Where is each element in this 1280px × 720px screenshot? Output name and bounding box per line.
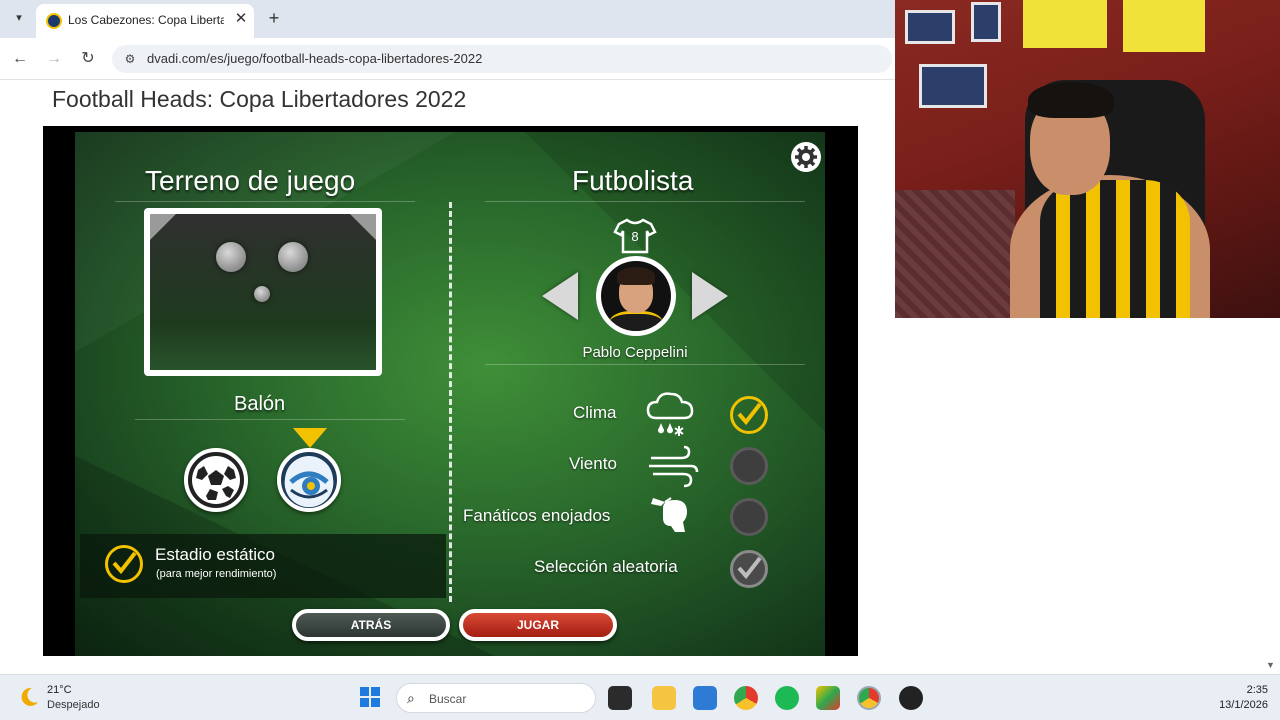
stadium-light bbox=[278, 242, 308, 272]
static-stadium-option[interactable]: Estadio estático (para mejor rendimiento… bbox=[80, 534, 446, 598]
previous-player-arrow-icon[interactable] bbox=[542, 272, 578, 320]
arrow-right-icon[interactable]: → bbox=[43, 48, 65, 70]
option-angry-fans-label: Fanáticos enojados bbox=[463, 506, 611, 525]
weather-description[interactable]: Despejado bbox=[47, 699, 100, 711]
spotify-icon[interactable] bbox=[775, 686, 799, 710]
person-jersey bbox=[1040, 180, 1190, 318]
wall-poster bbox=[1123, 0, 1205, 52]
clock-time[interactable]: 2:35 bbox=[1228, 684, 1268, 696]
soccer-ball-icon bbox=[192, 456, 240, 504]
tab-strip: ▾ Los Cabezones: Copa Libertadores 2022 … bbox=[0, 0, 895, 38]
wall-poster bbox=[1023, 0, 1107, 48]
windows-start-icon[interactable] bbox=[359, 686, 381, 708]
divider bbox=[485, 201, 805, 202]
player-portrait bbox=[601, 261, 671, 331]
angry-fan-icon bbox=[649, 492, 701, 542]
player-name: Pablo Ceppelini bbox=[582, 344, 688, 361]
clock-date[interactable]: 13/1/2026 bbox=[1200, 699, 1268, 711]
wind-checkbox-unchecked-icon[interactable] bbox=[730, 447, 768, 485]
address-bar[interactable]: ⚙ dvadi.com/es/juego/football-heads-copa… bbox=[112, 45, 892, 73]
recording-app-icon[interactable] bbox=[899, 686, 923, 710]
static-stadium-sublabel: (para mejor rendimiento) bbox=[156, 568, 277, 580]
search-placeholder: Buscar bbox=[429, 692, 467, 706]
divider bbox=[115, 201, 415, 202]
option-wind-label: Viento bbox=[569, 454, 617, 473]
stacked-app-icon[interactable] bbox=[816, 686, 840, 710]
tab-title: Los Cabezones: Copa Libertadores 2022 bbox=[68, 13, 224, 27]
browser-tab[interactable]: Los Cabezones: Copa Libertadores 2022 ✕ bbox=[36, 4, 254, 38]
angry-fans-checkbox-unchecked-icon[interactable] bbox=[730, 498, 768, 536]
option-random-label: Selección aleatoria bbox=[534, 557, 678, 576]
site-info-icon[interactable]: ⚙ bbox=[122, 51, 138, 67]
browser-toolbar: ← → ↻ ⚙ dvadi.com/es/juego/football-head… bbox=[0, 38, 895, 80]
scroll-down-arrow-icon[interactable]: ▼ bbox=[1266, 660, 1276, 670]
stadium-corner bbox=[350, 214, 376, 240]
ball-option-classic[interactable] bbox=[184, 448, 248, 512]
stadium-preview[interactable] bbox=[144, 208, 382, 376]
moon-weather-icon[interactable] bbox=[18, 686, 40, 708]
page-title: Football Heads: Copa Libertadores 2022 bbox=[52, 86, 467, 112]
person-hair bbox=[1028, 82, 1114, 118]
url-text[interactable]: dvadi.com/es/juego/football-heads-copa-l… bbox=[147, 51, 482, 66]
divider bbox=[485, 364, 805, 365]
tab-search-icon[interactable]: ▾ bbox=[10, 9, 28, 27]
wall-photo bbox=[919, 64, 987, 108]
option-weather-label: Clima bbox=[573, 403, 617, 422]
file-explorer-icon[interactable] bbox=[652, 686, 676, 710]
new-tab-button[interactable]: + bbox=[264, 8, 284, 28]
arrow-left-icon[interactable]: ← bbox=[9, 48, 31, 70]
weather-cloud-snow-icon bbox=[644, 390, 696, 440]
chrome-icon[interactable] bbox=[734, 686, 758, 710]
ball-header: Balón bbox=[234, 393, 286, 415]
taskbar: 21°C Despejado ⌕ Buscar 2:35 13/1/2026 bbox=[0, 674, 1280, 720]
player-shirt bbox=[609, 311, 663, 331]
selected-ball-indicator bbox=[293, 428, 327, 448]
next-player-arrow-icon[interactable] bbox=[692, 272, 728, 320]
play-button[interactable]: JUGAR bbox=[459, 609, 617, 641]
close-icon[interactable]: ✕ bbox=[232, 10, 250, 28]
player-hair bbox=[617, 267, 655, 285]
stadium-ball bbox=[254, 286, 270, 302]
outlook-icon[interactable] bbox=[693, 686, 717, 710]
wall-photo bbox=[905, 10, 955, 44]
ball-option-modern[interactable] bbox=[277, 448, 341, 512]
stadium-corner bbox=[150, 214, 176, 240]
taskbar-search-box[interactable]: ⌕ Buscar bbox=[396, 683, 596, 713]
reload-icon[interactable]: ↻ bbox=[77, 48, 99, 70]
modern-ball-icon bbox=[285, 456, 333, 504]
divider bbox=[135, 419, 405, 420]
chrome-active-icon[interactable] bbox=[857, 686, 881, 710]
task-view-icon[interactable] bbox=[608, 686, 632, 710]
static-stadium-label: Estadio estático bbox=[155, 545, 276, 564]
stadium-light bbox=[216, 242, 246, 272]
sofa bbox=[895, 190, 1015, 318]
player-avatar bbox=[596, 256, 676, 336]
game-canvas[interactable]: Terreno de juego Balón Estadio estático … bbox=[43, 126, 858, 656]
tab-favicon-icon bbox=[46, 13, 62, 29]
screen: ▾ Los Cabezones: Copa Libertadores 2022 … bbox=[0, 0, 1280, 720]
jersey-number: 8 bbox=[631, 229, 639, 244]
stadium-image bbox=[150, 214, 376, 370]
checkbox-checked-icon[interactable] bbox=[105, 545, 143, 583]
wind-icon bbox=[647, 444, 699, 494]
field-header: Terreno de juego bbox=[145, 165, 356, 196]
weather-checkbox-checked-icon[interactable] bbox=[730, 396, 768, 434]
weather-temperature[interactable]: 21°C bbox=[47, 684, 72, 696]
search-icon: ⌕ bbox=[407, 690, 415, 706]
back-button[interactable]: ATRÁS bbox=[292, 609, 450, 641]
settings-gear-icon[interactable] bbox=[791, 142, 821, 172]
game-menu-background: Terreno de juego Balón Estadio estático … bbox=[75, 132, 825, 656]
wall-photo bbox=[971, 2, 1001, 42]
random-checkbox-checked-icon[interactable] bbox=[730, 550, 768, 588]
panel-divider bbox=[449, 202, 452, 602]
webcam-overlay bbox=[895, 0, 1280, 318]
jersey-icon: 8 bbox=[613, 218, 657, 254]
player-header: Futbolista bbox=[572, 165, 694, 196]
